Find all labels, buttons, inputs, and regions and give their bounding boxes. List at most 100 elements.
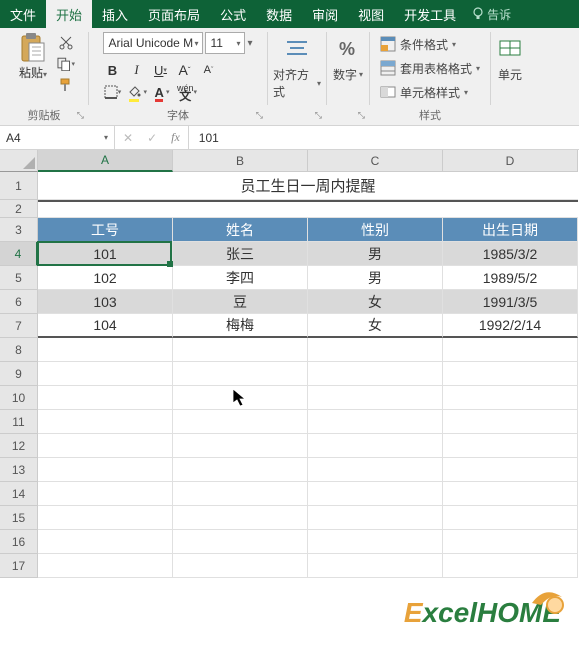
format-painter-button[interactable] — [57, 76, 75, 94]
border-button[interactable]: ▾ — [103, 82, 121, 102]
cell[interactable] — [38, 410, 173, 434]
cell[interactable] — [38, 530, 173, 554]
header-cell[interactable]: 姓名 — [173, 218, 308, 242]
cell[interactable] — [308, 530, 443, 554]
cell[interactable] — [173, 434, 308, 458]
paste-button[interactable]: 粘贴▾ — [13, 32, 53, 81]
cell[interactable] — [308, 482, 443, 506]
cell[interactable]: 101 — [38, 242, 173, 266]
grid[interactable]: 员工生日一周内提醒 工号 姓名 性别 出生日期 101 张三 男 1985/3/… — [38, 172, 578, 578]
font-decrease-button[interactable]: Aˇ — [199, 60, 217, 80]
row-header[interactable]: 15 — [0, 506, 38, 530]
cancel-icon[interactable]: ✕ — [123, 131, 133, 145]
tab-file[interactable]: 文件 — [0, 0, 46, 28]
cell[interactable] — [38, 506, 173, 530]
cell[interactable] — [38, 458, 173, 482]
clipboard-launcher-icon[interactable]: ⤡ — [77, 110, 84, 121]
col-header-b[interactable]: B — [173, 150, 308, 172]
cell[interactable] — [173, 554, 308, 578]
row-header[interactable]: 11 — [0, 410, 38, 434]
cell[interactable] — [38, 482, 173, 506]
tell-me[interactable]: 告诉 — [466, 0, 517, 28]
cell[interactable] — [443, 338, 578, 362]
cell[interactable] — [173, 362, 308, 386]
header-cell[interactable]: 出生日期 — [443, 218, 578, 242]
row-header[interactable]: 2 — [0, 200, 38, 218]
row-header[interactable]: 17 — [0, 554, 38, 578]
row-header[interactable]: 4 — [0, 242, 38, 266]
cell[interactable] — [38, 200, 578, 218]
cell[interactable]: 104 — [38, 314, 173, 338]
cell[interactable] — [308, 458, 443, 482]
cell[interactable] — [173, 338, 308, 362]
tab-review[interactable]: 审阅 — [302, 0, 348, 28]
cell[interactable]: 103 — [38, 290, 173, 314]
font-name-select[interactable]: Arial Unicode M▾ — [103, 32, 203, 54]
cell[interactable] — [443, 386, 578, 410]
cell[interactable] — [443, 458, 578, 482]
cell[interactable] — [173, 482, 308, 506]
row-header[interactable]: 5 — [0, 266, 38, 290]
row-header[interactable]: 3 — [0, 218, 38, 242]
header-cell[interactable]: 性别 — [308, 218, 443, 242]
tab-pagelayout[interactable]: 页面布局 — [138, 0, 210, 28]
name-box[interactable]: A4▾ — [0, 126, 115, 149]
tab-view[interactable]: 视图 — [348, 0, 394, 28]
cell[interactable] — [443, 482, 578, 506]
tab-data[interactable]: 数据 — [256, 0, 302, 28]
row-header[interactable]: 10 — [0, 386, 38, 410]
formula-bar[interactable]: 101 — [189, 126, 579, 149]
row-header[interactable]: 8 — [0, 338, 38, 362]
fx-icon[interactable]: fx — [171, 130, 180, 145]
cell[interactable] — [308, 506, 443, 530]
tab-home[interactable]: 开始 — [46, 0, 92, 28]
cells-button[interactable]: 单元 — [494, 32, 526, 83]
tab-insert[interactable]: 插入 — [92, 0, 138, 28]
cell[interactable]: 男 — [308, 242, 443, 266]
phonetic-button[interactable]: wén文▾ — [177, 82, 197, 102]
cell[interactable] — [308, 434, 443, 458]
row-header[interactable]: 12 — [0, 434, 38, 458]
cell[interactable]: 梅梅 — [173, 314, 308, 338]
font-grow-icon[interactable]: ▾ — [247, 38, 252, 49]
underline-button[interactable]: U▾ — [151, 60, 169, 80]
number-launcher-icon[interactable]: ⤡ — [358, 110, 365, 121]
row-header[interactable]: 14 — [0, 482, 38, 506]
fill-color-button[interactable]: ▾ — [127, 82, 147, 102]
cell[interactable] — [173, 506, 308, 530]
tab-developer[interactable]: 开发工具 — [394, 0, 466, 28]
row-header[interactable]: 13 — [0, 458, 38, 482]
row-header[interactable]: 1 — [0, 172, 38, 200]
cell[interactable] — [308, 362, 443, 386]
col-header-d[interactable]: D — [443, 150, 578, 172]
tab-formulas[interactable]: 公式 — [210, 0, 256, 28]
cell[interactable] — [38, 386, 173, 410]
cell[interactable] — [443, 362, 578, 386]
cut-button[interactable] — [57, 34, 75, 52]
alignment-button[interactable]: 对齐方式▾ — [273, 32, 321, 100]
font-launcher-icon[interactable]: ⤡ — [256, 110, 263, 121]
bold-button[interactable]: B — [103, 60, 121, 80]
select-all-button[interactable] — [0, 150, 38, 172]
title-cell[interactable]: 员工生日一周内提醒 — [38, 172, 578, 200]
font-increase-button[interactable]: Aˇ — [175, 60, 193, 80]
table-format-button[interactable]: 套用表格格式▾ — [380, 58, 480, 78]
cell[interactable]: 女 — [308, 314, 443, 338]
cell[interactable]: 女 — [308, 290, 443, 314]
cell[interactable] — [173, 386, 308, 410]
cell[interactable] — [308, 338, 443, 362]
cell[interactable]: 1992/2/14 — [443, 314, 578, 338]
cell[interactable] — [443, 530, 578, 554]
cell[interactable]: 102 — [38, 266, 173, 290]
cell[interactable]: 豆 — [173, 290, 308, 314]
header-cell[interactable]: 工号 — [38, 218, 173, 242]
row-header[interactable]: 9 — [0, 362, 38, 386]
copy-button[interactable]: ▾ — [57, 55, 75, 73]
cell[interactable] — [443, 434, 578, 458]
row-header[interactable]: 7 — [0, 314, 38, 338]
cell[interactable] — [173, 410, 308, 434]
col-header-a[interactable]: A — [38, 150, 173, 172]
font-color-button[interactable]: A▾ — [153, 82, 171, 102]
cell[interactable] — [308, 554, 443, 578]
number-button[interactable]: % 数字▾ — [331, 32, 365, 83]
